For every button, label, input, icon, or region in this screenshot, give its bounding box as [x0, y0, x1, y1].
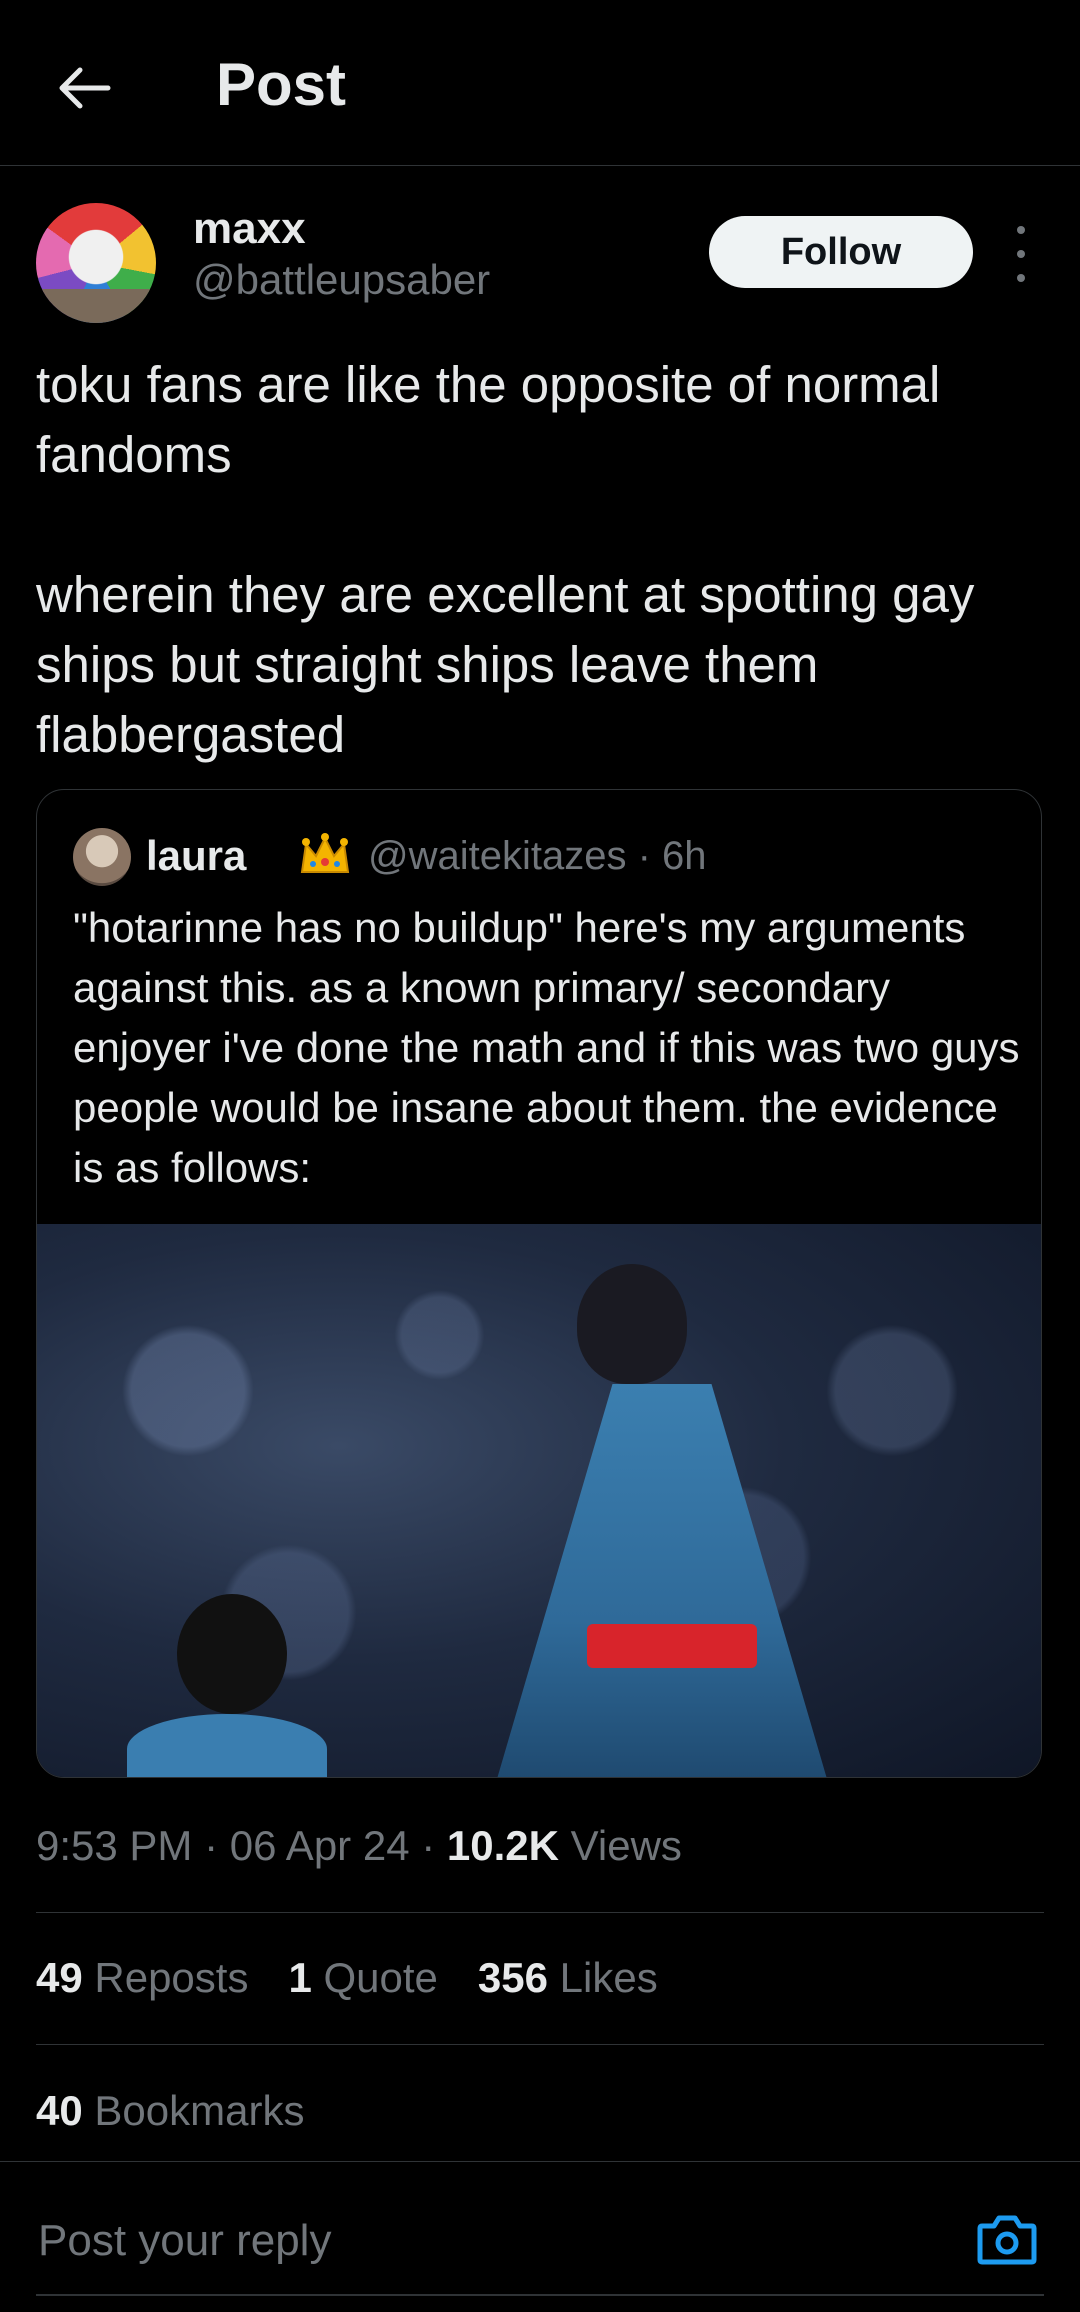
quoted-author-name: laura — [146, 832, 247, 879]
quoted-image[interactable] — [37, 1224, 1041, 1777]
quoted-avatar — [73, 828, 131, 886]
author-handle[interactable]: @battleupsaber — [193, 256, 490, 304]
quoted-post-header: laura @waitekitazes · 6h — [73, 826, 1033, 886]
reply-bar — [0, 2161, 1080, 2312]
quoted-text: "hotarinne has no buildup" here's my arg… — [73, 904, 1020, 1191]
post-timestamp: 9:53 PM · 06 Apr 24 · — [36, 1822, 447, 1869]
page-title: Post — [216, 51, 347, 118]
back-button[interactable] — [48, 52, 120, 124]
arrow-left-icon — [59, 67, 111, 109]
image-figure-left — [127, 1594, 327, 1777]
more-vertical-icon — [1017, 226, 1025, 234]
post-meta: 9:53 PM · 06 Apr 24 · 10.2K Views — [36, 1822, 682, 1870]
top-bar: Post — [0, 0, 1080, 166]
image-figure-main — [477, 1264, 877, 1777]
divider — [36, 2044, 1044, 2045]
quoted-post[interactable]: laura @waitekitazes · 6h "hotarinne has … — [36, 789, 1042, 1778]
divider — [36, 1912, 1044, 1913]
crown-icon — [300, 833, 350, 873]
post-stats: 49 Reposts 1 Quote 356 Likes — [36, 1954, 658, 2002]
author-name[interactable]: maxx — [193, 204, 306, 254]
likes-stat[interactable]: 356 Likes — [478, 1954, 658, 2002]
author-avatar[interactable] — [36, 203, 156, 323]
reply-input[interactable] — [36, 2210, 840, 2272]
reposts-stat[interactable]: 49 Reposts — [36, 1954, 248, 2002]
quoted-handle-time: @waitekitazes · 6h — [368, 834, 707, 878]
post-text: toku fans are like the opposite of norma… — [36, 356, 975, 763]
post-author: maxx @battleupsaber Follow — [36, 200, 1046, 330]
camera-icon[interactable] — [976, 2212, 1038, 2268]
views-count: 10.2K — [446, 1822, 559, 1869]
reply-divider — [36, 2294, 1044, 2296]
more-options-button[interactable] — [1006, 226, 1036, 282]
quotes-stat[interactable]: 1 Quote — [288, 1954, 437, 2002]
bookmarks-stat[interactable]: 40 Bookmarks — [36, 2087, 304, 2135]
views-label: Views — [558, 1822, 682, 1869]
follow-button[interactable]: Follow — [709, 216, 973, 288]
